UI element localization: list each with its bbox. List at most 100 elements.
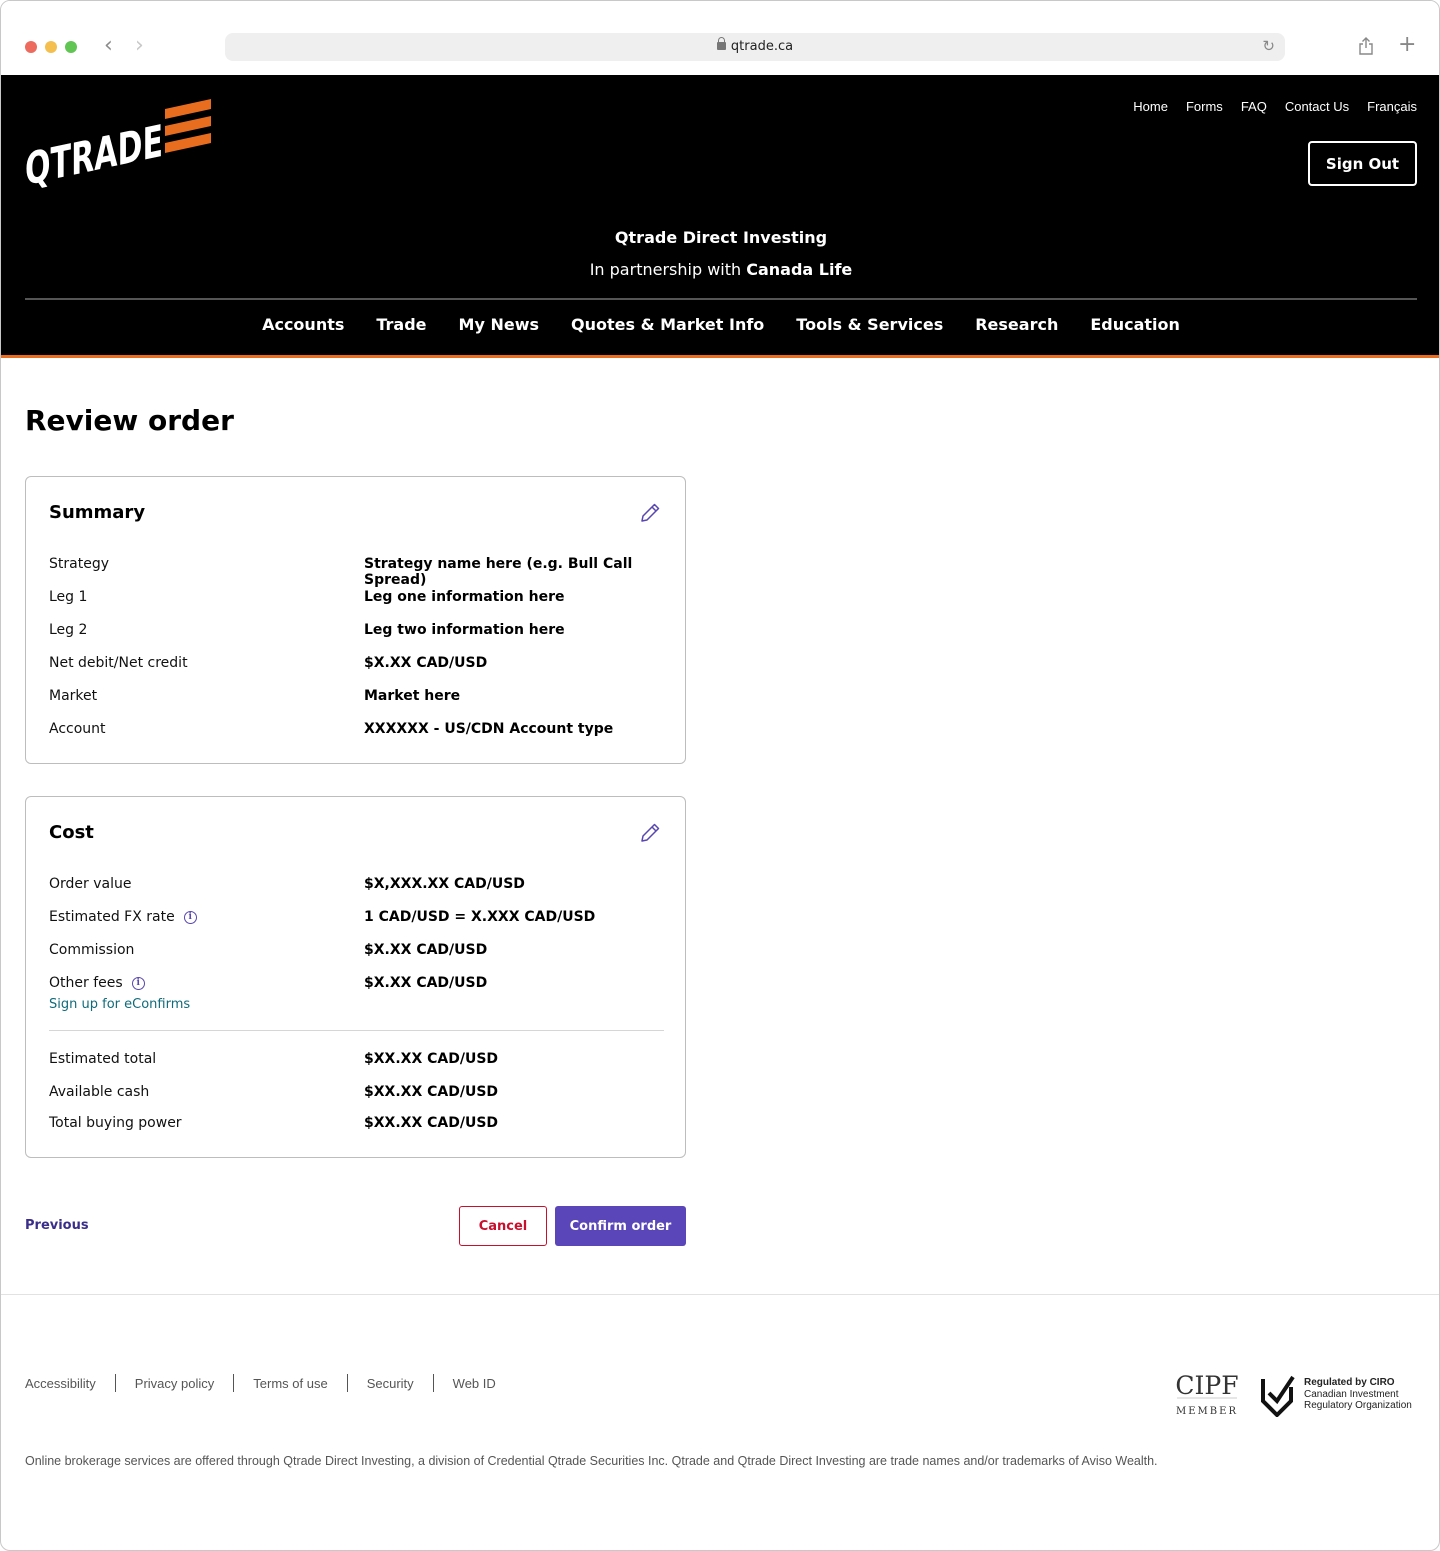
cipf-member-logo[interactable]: CIPF MEMBER [1173, 1371, 1241, 1417]
ciro-regulation-text: Regulated by CIRO Canadian Investment Re… [1304, 1377, 1412, 1412]
total-row: Available cash $XX.XX CAD/USD [49, 1084, 664, 1104]
footer-separator [233, 1374, 235, 1392]
cost-row: Order value $X,XXX.XX CAD/USD [49, 876, 664, 896]
fx-rate-info-icon[interactable]: i [183, 910, 197, 924]
lock-icon [716, 37, 726, 50]
util-nav-language[interactable]: Français [1367, 99, 1417, 114]
summary-row: Account XXXXXX - US/CDN Account type [49, 721, 664, 741]
row-label: Leg 1 [49, 589, 88, 605]
browser-toolbar: ‹ › qtrade.ca ↻ + [1, 1, 1439, 75]
ciro-line-3: Regulatory Organization [1304, 1400, 1412, 1411]
footer-separator [114, 1374, 116, 1392]
edit-summary-pencil-icon[interactable] [639, 502, 661, 524]
row-label: Estimated total [49, 1051, 157, 1067]
util-nav-contact-us[interactable]: Contact Us [1285, 99, 1349, 114]
row-label: Leg 2 [49, 622, 88, 638]
util-nav-faq[interactable]: FAQ [1241, 99, 1267, 114]
total-row: Estimated total $XX.XX CAD/USD [49, 1051, 664, 1071]
row-label: Available cash [49, 1084, 150, 1100]
new-tab-icon[interactable]: + [1398, 34, 1416, 56]
footer-link-security[interactable]: Security [367, 1376, 414, 1391]
share-icon[interactable] [1358, 37, 1374, 55]
row-label: Other fees [49, 975, 123, 991]
nav-accounts[interactable]: Accounts [262, 315, 344, 334]
footer-link-accessibility[interactable]: Accessibility [25, 1376, 96, 1391]
row-value: $X.XX CAD/USD [364, 942, 488, 958]
row-label: Strategy [49, 556, 109, 572]
summary-row: Market Market here [49, 688, 664, 708]
partnership-name: Canada Life [746, 260, 853, 279]
summary-row: Net debit/Net credit $X.XX CAD/USD [49, 655, 664, 675]
partnership-prefix: In partnership with [589, 260, 742, 279]
summary-card: Summary Strategy Strategy name here (e.g… [25, 476, 686, 764]
sign-out-button[interactable]: Sign Out [1308, 141, 1417, 186]
cancel-button[interactable]: Cancel [459, 1206, 547, 1246]
row-value: $XX.XX CAD/USD [364, 1051, 499, 1067]
partnership-line: In partnership with Canada Life [1, 260, 1439, 279]
edit-cost-pencil-icon[interactable] [639, 822, 661, 844]
row-value: Market here [364, 688, 461, 704]
cost-row: Estimated FX rate i 1 CAD/USD = X.XXX CA… [49, 909, 664, 929]
page-title: Review order [25, 404, 234, 437]
row-label-with-info: Estimated FX rate i [49, 909, 197, 925]
row-label: Estimated FX rate [49, 909, 175, 925]
row-label: Market [49, 688, 98, 704]
browser-window: ‹ › qtrade.ca ↻ + QTRADE Home Forms FAQ … [0, 0, 1440, 1551]
summary-row: Leg 2 Leg two information here [49, 622, 664, 642]
footer-separator [346, 1374, 348, 1392]
cost-title: Cost [49, 822, 94, 843]
zoom-window-button[interactable] [65, 41, 77, 53]
address-bar[interactable]: qtrade.ca ↻ [225, 33, 1285, 61]
cost-row: Commission $X.XX CAD/USD [49, 942, 664, 962]
confirm-order-button[interactable]: Confirm order [555, 1206, 686, 1246]
ciro-line-2: Canadian Investment [1304, 1388, 1399, 1400]
row-label-with-info: Other fees i [49, 975, 145, 991]
cost-card: Cost Order value $X,XXX.XX CAD/USD Estim… [25, 796, 686, 1158]
row-label: Total buying power [49, 1115, 182, 1131]
econfirms-link[interactable]: Sign up for eConfirms [49, 997, 190, 1012]
cost-row: Other fees i $X.XX CAD/USD [49, 975, 664, 995]
nav-my-news[interactable]: My News [459, 315, 539, 334]
other-fees-info-icon[interactable]: i [131, 976, 145, 990]
row-value: Leg one information here [364, 589, 565, 605]
row-label: Commission [49, 942, 135, 958]
nav-trade[interactable]: Trade [376, 315, 426, 334]
cipf-logo-text: CIPF [1175, 1371, 1238, 1400]
site-header: QTRADE Home Forms FAQ Contact Us Françai… [1, 75, 1439, 358]
footer-disclaimer: Online brokerage services are offered th… [25, 1454, 1158, 1468]
footer-link-privacy[interactable]: Privacy policy [135, 1376, 214, 1391]
close-window-button[interactable] [25, 41, 37, 53]
utility-nav: Home Forms FAQ Contact Us Français [1133, 99, 1417, 114]
row-value: $X.XX CAD/USD [364, 975, 488, 991]
url-text: qtrade.ca [730, 39, 794, 54]
total-row: Total buying power $XX.XX CAD/USD [49, 1115, 664, 1135]
ciro-shield-icon[interactable] [1259, 1373, 1295, 1417]
row-label: Order value [49, 876, 132, 892]
footer-link-web-id[interactable]: Web ID [453, 1376, 496, 1391]
summary-row: Leg 1 Leg one information here [49, 589, 664, 609]
row-value: $X.XX CAD/USD [364, 655, 488, 671]
footer-link-terms[interactable]: Terms of use [253, 1376, 327, 1391]
footer-links: Accessibility Privacy policy Terms of us… [25, 1374, 496, 1392]
nav-quotes-market-info[interactable]: Quotes & Market Info [571, 315, 764, 334]
footer-divider [1, 1294, 1439, 1295]
brand-title: Qtrade Direct Investing [614, 228, 828, 247]
row-value: 1 CAD/USD = X.XXX CAD/USD [364, 909, 596, 925]
row-value: $XX.XX CAD/USD [364, 1084, 499, 1100]
logo-text: QTRADE [25, 116, 163, 189]
forward-arrow-icon[interactable]: › [135, 35, 144, 57]
summary-title: Summary [49, 502, 146, 523]
nav-research[interactable]: Research [975, 315, 1058, 334]
back-arrow-icon[interactable]: ‹ [104, 35, 113, 57]
minimize-window-button[interactable] [45, 41, 57, 53]
util-nav-home[interactable]: Home [1133, 99, 1168, 114]
reload-icon[interactable]: ↻ [1262, 37, 1275, 55]
qtrade-logo[interactable]: QTRADE [25, 99, 211, 189]
row-value: Strategy name here (e.g. Bull Call Sprea… [364, 556, 633, 588]
util-nav-forms[interactable]: Forms [1186, 99, 1223, 114]
nav-education[interactable]: Education [1090, 315, 1180, 334]
row-label: Net debit/Net credit [49, 655, 188, 671]
previous-link[interactable]: Previous [25, 1218, 89, 1233]
header-divider [25, 298, 1417, 300]
nav-tools-services[interactable]: Tools & Services [796, 315, 943, 334]
